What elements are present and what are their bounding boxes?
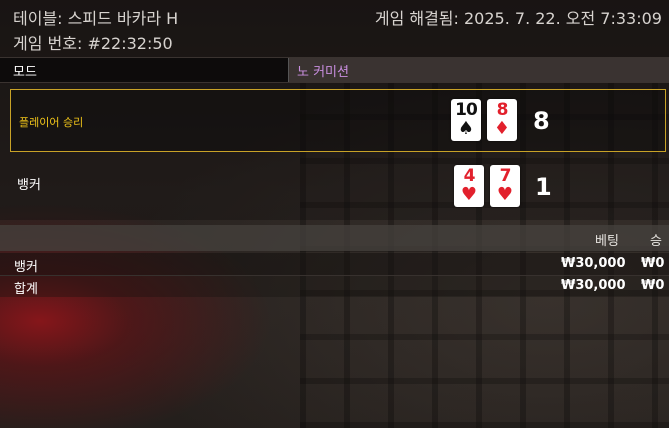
banker-label: 뱅커: [17, 178, 41, 193]
total-win-amount: ₩0: [641, 278, 665, 293]
bets-table-header: 베팅 승: [0, 225, 669, 251]
round-number: 게임 번호: #22:32:50: [13, 34, 173, 53]
banker-card-1: 4 ♥: [454, 165, 484, 207]
table-row: 뱅커 ₩30,000 ₩0: [0, 253, 669, 276]
total-label: 합계: [14, 282, 38, 297]
settled-time: 게임 해결됨: 2025. 7. 22. 오전 7:33:09: [374, 9, 662, 28]
mode-value: 노 커미션: [297, 65, 349, 80]
banker-score: 1: [535, 173, 552, 201]
player-win-label: 플레이어 승리: [19, 116, 84, 129]
player-card-1: 10 ♠: [451, 99, 481, 141]
spade-icon: ♠: [457, 118, 475, 139]
bet-name: 뱅커: [14, 260, 38, 275]
mode-value-cell: 노 커미션: [288, 58, 669, 82]
bet-amount: ₩30,000: [561, 256, 626, 271]
heart-icon: ♥: [496, 184, 514, 205]
banker-card-2: 7 ♥: [490, 165, 520, 207]
heart-icon: ♥: [460, 184, 478, 205]
table-row-total: 합계 ₩30,000 ₩0: [0, 275, 669, 297]
mode-label: 모드: [13, 65, 37, 80]
win-amount: ₩0: [641, 256, 665, 271]
player-card-2: 8 ♦: [487, 99, 517, 141]
column-win: 승: [650, 234, 662, 249]
diamond-icon: ♦: [493, 118, 511, 139]
player-score: 8: [533, 107, 550, 135]
mode-row: 모드 노 커미션: [0, 57, 669, 83]
total-bet-amount: ₩30,000: [561, 278, 626, 293]
player-result-box: 플레이어 승리: [10, 89, 666, 152]
column-bet: 베팅: [595, 234, 619, 249]
table-name: 테이블: 스피드 바카라 H: [13, 9, 179, 28]
